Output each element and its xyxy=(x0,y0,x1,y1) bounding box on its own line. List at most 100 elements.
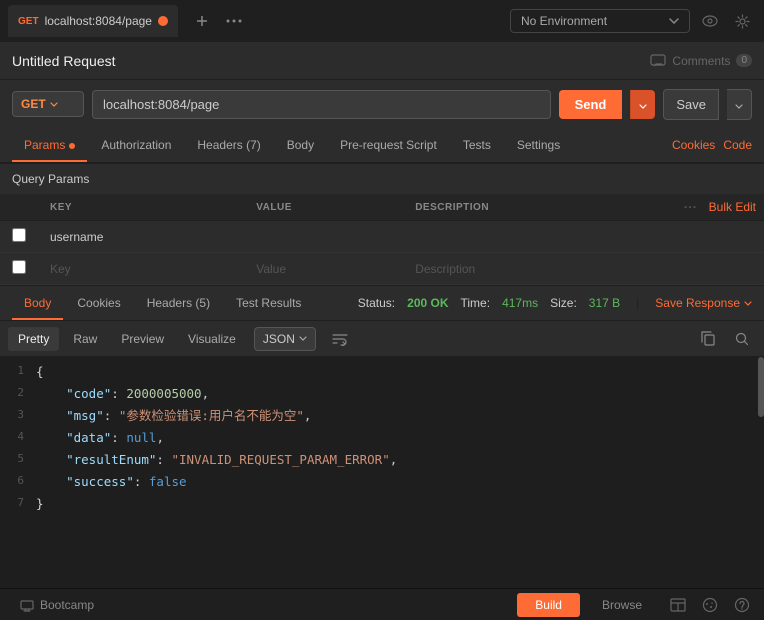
top-bar: GET localhost:8084/page No Environment xyxy=(0,0,764,42)
placeholder-checkbox[interactable] xyxy=(12,260,26,274)
comments-icon xyxy=(650,54,666,68)
add-tab-button[interactable] xyxy=(188,7,216,35)
code-link[interactable]: Code xyxy=(723,138,752,152)
params-table: KEY VALUE DESCRIPTION ··· Bulk Edit user… xyxy=(0,194,764,285)
description-cell xyxy=(403,221,664,253)
wrap-icon-button[interactable] xyxy=(326,325,354,353)
resp-tab-headers[interactable]: Headers (5) xyxy=(135,288,222,320)
resp-tab-body[interactable]: Body xyxy=(12,288,63,320)
json-line-2: 2 "code": 2000005000, xyxy=(0,383,758,405)
json-line-6: 6 "success": false xyxy=(0,471,758,493)
json-line-1: 1 { xyxy=(0,361,758,383)
placeholder-value: Value xyxy=(244,253,403,285)
save-button[interactable]: Save xyxy=(663,89,719,120)
copy-icon xyxy=(701,331,715,346)
request-title: Untitled Request xyxy=(12,53,116,69)
tab-tests[interactable]: Tests xyxy=(451,130,503,162)
tab-close-icon[interactable] xyxy=(158,16,168,26)
copy-button[interactable] xyxy=(694,325,722,353)
tab-method: GET xyxy=(18,16,39,27)
url-bar: GET Send Save xyxy=(0,80,764,128)
send-button[interactable]: Send xyxy=(559,90,623,119)
bulk-edit-button[interactable]: Bulk Edit xyxy=(709,200,756,214)
json-line-3: 3 "msg": "参数检验错误:用户名不能为空", xyxy=(0,405,758,427)
format-tab-pretty[interactable]: Pretty xyxy=(8,327,59,351)
tab-settings[interactable]: Settings xyxy=(505,130,572,162)
request-section: Untitled Request Comments 0 GET Send Sav… xyxy=(0,42,764,285)
key-column-header: KEY xyxy=(38,194,244,221)
params-dot xyxy=(69,143,75,149)
url-input[interactable] xyxy=(92,90,551,119)
wrap-icon xyxy=(332,332,348,346)
format-tab-visualize[interactable]: Visualize xyxy=(178,327,246,351)
row-checkbox[interactable] xyxy=(12,228,26,242)
json-line-4: 4 "data": null, xyxy=(0,427,758,449)
tab-authorization[interactable]: Authorization xyxy=(89,130,183,162)
env-selector-label: No Environment xyxy=(521,14,663,28)
scroll-thumb[interactable] xyxy=(758,357,764,417)
build-tab[interactable]: Build xyxy=(517,593,580,617)
format-tab-raw[interactable]: Raw xyxy=(63,327,107,351)
json-line-5: 5 "resultEnum": "INVALID_REQUEST_PARAM_E… xyxy=(0,449,758,471)
method-select[interactable]: GET xyxy=(12,91,84,117)
bootcamp-icon xyxy=(20,598,34,612)
table-row: username xyxy=(0,221,764,253)
bottom-bar: Bootcamp Build Browse xyxy=(0,588,764,620)
format-type-label: JSON xyxy=(263,332,295,346)
json-area: 1 { 2 "code": 2000005000, 3 "msg": "参数检验… xyxy=(0,357,764,588)
cookies-link[interactable]: Cookies xyxy=(672,138,715,152)
environment-selector[interactable]: No Environment xyxy=(510,9,690,33)
bootcamp-label: Bootcamp xyxy=(40,598,94,612)
query-params-title: Query Params xyxy=(0,164,764,194)
save-response-button[interactable]: Save Response xyxy=(655,296,752,310)
settings-button[interactable] xyxy=(728,7,756,35)
help-icon xyxy=(734,597,750,613)
more-tabs-button[interactable] xyxy=(220,7,248,35)
tab-params[interactable]: Params xyxy=(12,130,87,162)
scroll-track xyxy=(758,357,764,588)
value-column-header: VALUE xyxy=(244,194,403,221)
value-cell xyxy=(244,221,403,253)
comments-label: Comments xyxy=(672,54,730,68)
response-toolbar: Pretty Raw Preview Visualize JSON xyxy=(0,321,764,357)
cookies-icon xyxy=(702,597,718,613)
tab-body[interactable]: Body xyxy=(275,130,326,162)
tab-pre-request[interactable]: Pre-request Script xyxy=(328,130,449,162)
help-button[interactable] xyxy=(728,591,756,619)
response-time: 417ms xyxy=(502,296,538,310)
format-type-selector[interactable]: JSON xyxy=(254,327,316,351)
tab-url: localhost:8084/page xyxy=(45,14,152,28)
top-bar-actions xyxy=(188,7,248,35)
bootcamp-button[interactable]: Bootcamp xyxy=(8,594,106,616)
resp-tab-test-results[interactable]: Test Results xyxy=(224,288,313,320)
search-button[interactable] xyxy=(728,325,756,353)
query-params-section: Query Params KEY VALUE DESCRIPTION ··· B… xyxy=(0,164,764,285)
send-dropdown-button[interactable] xyxy=(630,90,655,119)
json-body: 1 { 2 "code": 2000005000, 3 "msg": "参数检验… xyxy=(0,357,758,588)
save-dropdown-button[interactable] xyxy=(727,89,752,120)
request-tabs: Params Authorization Headers (7) Body Pr… xyxy=(0,128,764,164)
status-label: Status: xyxy=(358,296,395,310)
comments-count: 0 xyxy=(736,54,752,67)
req-tabs-right: Cookies Code xyxy=(672,138,752,152)
json-line-7: 7 } xyxy=(0,493,758,515)
browse-tab[interactable]: Browse xyxy=(584,593,660,617)
search-icon xyxy=(735,332,749,346)
request-tab[interactable]: GET localhost:8084/page xyxy=(8,5,178,37)
cookies-button[interactable] xyxy=(696,591,724,619)
resp-toolbar-right xyxy=(694,325,756,353)
size-label: Size: xyxy=(550,296,577,310)
response-section: Body Cookies Headers (5) Test Results St… xyxy=(0,285,764,588)
build-tab-label: Build xyxy=(535,598,562,612)
response-status: Status: 200 OK Time: 417ms Size: 317 B |… xyxy=(358,296,752,310)
eye-icon-button[interactable] xyxy=(696,7,724,35)
description-column-header: DESCRIPTION xyxy=(403,194,664,221)
layout-button[interactable] xyxy=(664,591,692,619)
format-tab-preview[interactable]: Preview xyxy=(111,327,174,351)
main-content: Untitled Request Comments 0 GET Send Sav… xyxy=(0,42,764,620)
response-tabs-bar: Body Cookies Headers (5) Test Results St… xyxy=(0,285,764,321)
top-bar-right-icons xyxy=(696,7,756,35)
time-label: Time: xyxy=(461,296,491,310)
tab-headers[interactable]: Headers (7) xyxy=(185,130,272,162)
resp-tab-cookies[interactable]: Cookies xyxy=(65,288,132,320)
